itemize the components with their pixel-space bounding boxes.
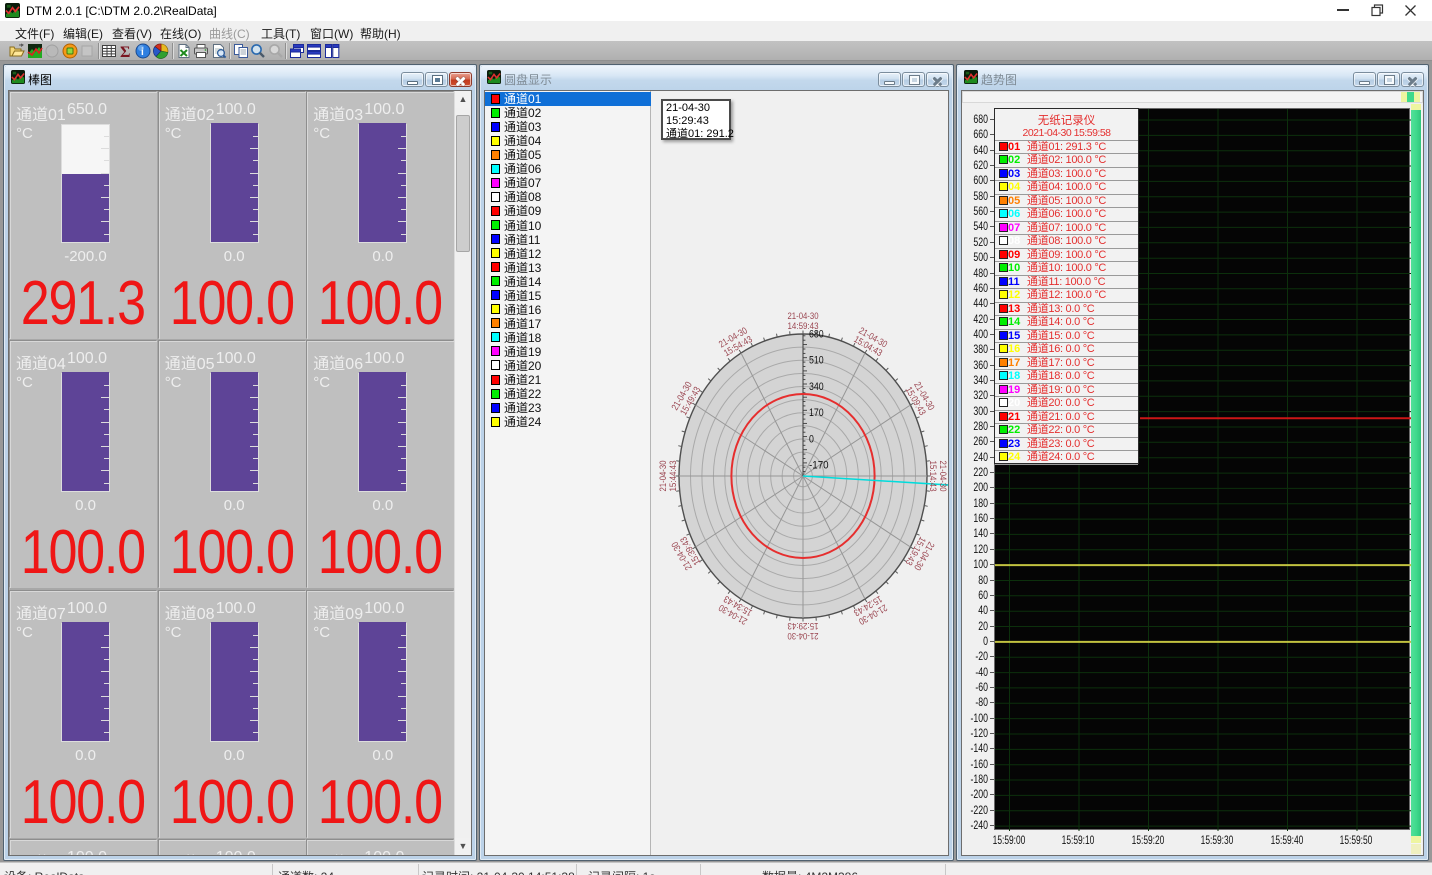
- svg-text:510: 510: [809, 355, 824, 367]
- svg-text:15:29:43: 15:29:43: [788, 620, 819, 631]
- svg-text:340: 340: [809, 381, 824, 393]
- svg-text:14:59:43: 14:59:43: [788, 321, 819, 332]
- svg-text:i: i: [141, 47, 144, 58]
- svg-text:Σ: Σ: [120, 44, 130, 59]
- svg-text:170: 170: [809, 407, 824, 419]
- svg-text:15:14:43: 15:14:43: [927, 461, 938, 492]
- svg-text:15:44:43: 15:44:43: [668, 461, 679, 492]
- svg-text:-170: -170: [809, 460, 829, 472]
- svg-text:0: 0: [809, 434, 814, 446]
